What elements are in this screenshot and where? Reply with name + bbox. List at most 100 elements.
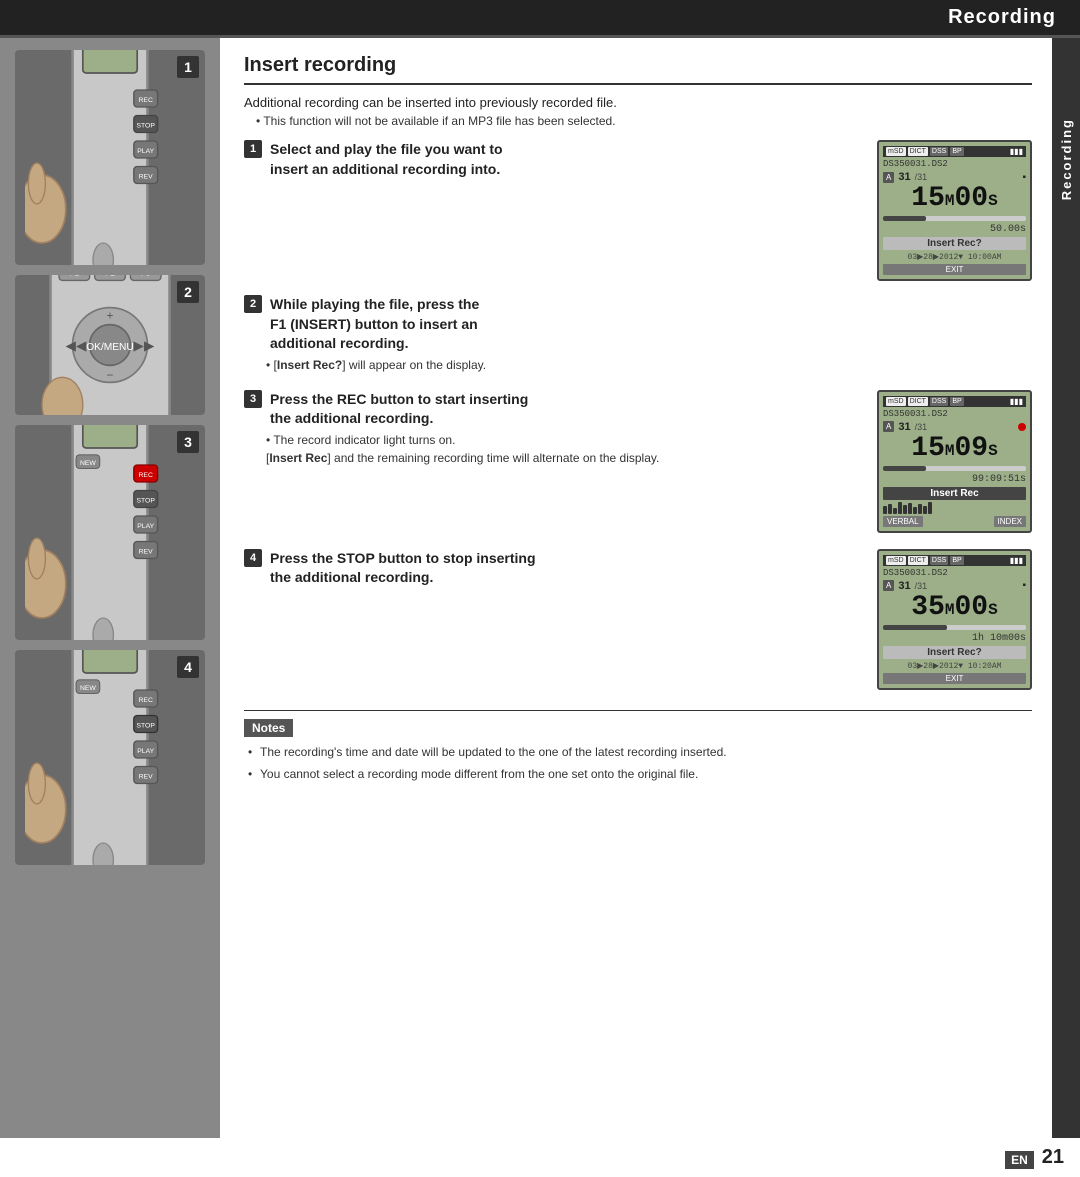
lcd-date-4: 03▶28▶2012▼ 10:20AM bbox=[883, 661, 1026, 671]
waveform-bar bbox=[893, 508, 897, 514]
lcd-progress-4 bbox=[883, 625, 1026, 630]
step-3-text: 3 Press the REC button to start insertin… bbox=[244, 390, 861, 465]
lcd-track-num-3: 31 bbox=[898, 421, 910, 433]
notes-list: The recording's time and date will be up… bbox=[244, 743, 1032, 783]
step-1-number: 1 bbox=[244, 140, 262, 158]
section-title: Insert recording bbox=[244, 54, 1032, 85]
waveform-bar bbox=[918, 504, 922, 514]
step-4: 4 Press the STOP button to stop insertin… bbox=[244, 549, 1032, 690]
lcd-track-badge-1: A bbox=[883, 172, 894, 183]
lcd-exit-btn-4: EXIT bbox=[883, 673, 1026, 684]
lcd-progress-fill-4 bbox=[883, 625, 947, 630]
lcd-filename-3: DS350031.DS2 bbox=[883, 409, 1026, 419]
device-svg-2: F1 F2 F3 OK/MENU ◀◀ ▶▶ + − bbox=[25, 275, 195, 415]
lcd-track-row-1: A 31 /31 ▪ bbox=[883, 171, 1026, 183]
notes-header: Notes bbox=[244, 719, 293, 737]
waveform-bar bbox=[928, 502, 932, 514]
device-image-4: 4 NEW REC STOP PLAY REV bbox=[15, 650, 205, 865]
svg-text:OK/MENU: OK/MENU bbox=[86, 342, 134, 353]
waveform-bar bbox=[888, 504, 892, 514]
svg-text:REV: REV bbox=[139, 773, 153, 780]
step-3: 3 Press the REC button to start insertin… bbox=[244, 390, 1032, 533]
lcd-time-big-3: 15M09S bbox=[883, 435, 1026, 463]
lcd-top-bar-1: mSD DICT DSS BP ▮▮▮ bbox=[883, 146, 1026, 157]
main-content: Insert recording Additional recording ca… bbox=[220, 38, 1052, 1138]
lcd-progress-1 bbox=[883, 216, 1026, 221]
lcd-label-1: Insert Rec? bbox=[883, 237, 1026, 250]
lcd-icon-dss-3: DSS bbox=[930, 397, 948, 406]
note-item-2: You cannot select a recording mode diffe… bbox=[244, 765, 1032, 783]
device-badge-3: 3 bbox=[177, 431, 199, 453]
lcd-track-num-4: 31 bbox=[898, 580, 910, 592]
svg-text:PLAY: PLAY bbox=[137, 522, 154, 529]
lcd-icon-msd: mSD bbox=[886, 147, 906, 156]
lcd-verbal-btn: VERBAL bbox=[883, 516, 923, 527]
lcd-track-row-3: A 31 /31 bbox=[883, 421, 1026, 433]
lcd-icon-bp-4: BP bbox=[950, 556, 963, 565]
svg-text:F1: F1 bbox=[69, 275, 79, 277]
lcd-battery-4: ▮▮▮ bbox=[1010, 556, 1023, 565]
svg-text:◀◀: ◀◀ bbox=[66, 338, 87, 353]
svg-text:REC: REC bbox=[139, 471, 153, 478]
lcd-track-badge-4: A bbox=[883, 580, 894, 591]
waveform-bar bbox=[898, 502, 902, 514]
svg-text:▶▶: ▶▶ bbox=[134, 338, 155, 353]
waveform-bar bbox=[923, 506, 927, 514]
page-header: Recording bbox=[0, 0, 1080, 35]
lcd-icon-bp: BP bbox=[950, 147, 963, 156]
lcd-battery-1: ▮▮▮ bbox=[1010, 147, 1023, 156]
lcd-icon-msd-3: mSD bbox=[886, 397, 906, 406]
step-4-heading: Press the STOP button to stop inserting … bbox=[270, 549, 536, 588]
svg-text:NEW: NEW bbox=[80, 685, 96, 692]
device-image-1: 1 REC STOP PLAY REV bbox=[15, 50, 205, 265]
lcd-date-1: 03▶28▶2012▼ 10:00AM bbox=[883, 252, 1026, 262]
lcd-battery-3: ▮▮▮ bbox=[1010, 397, 1023, 406]
step-2-sub: • [Insert Rec?] will appear on the displ… bbox=[266, 358, 1032, 372]
record-indicator bbox=[1018, 423, 1026, 431]
lcd-icon-dict: DICT bbox=[908, 147, 928, 156]
page-footer: EN 21 bbox=[0, 1138, 1080, 1177]
lcd-progress-3 bbox=[883, 466, 1026, 471]
note-item-1: The recording's time and date will be up… bbox=[244, 743, 1032, 761]
lcd-sub-time-3: 99:09:51s bbox=[883, 474, 1026, 485]
step-2: 2 While playing the file, press the F1 (… bbox=[244, 295, 1032, 372]
lcd-top-bar-4: mSD DICT DSS BP ▮▮▮ bbox=[883, 555, 1026, 566]
lcd-track-badge-3: A bbox=[883, 421, 894, 432]
lcd-track-total-4: /31 bbox=[915, 581, 928, 591]
svg-text:STOP: STOP bbox=[137, 122, 156, 129]
step-4-text: 4 Press the STOP button to stop insertin… bbox=[244, 549, 861, 588]
lcd-label-3: Insert Rec bbox=[883, 487, 1026, 500]
lcd-icon-dict-3: DICT bbox=[908, 397, 928, 406]
lcd-track-num-1: 31 bbox=[898, 171, 910, 183]
lcd-exit-btn-1: EXIT bbox=[883, 264, 1026, 275]
lcd-index-btn: INDEX bbox=[994, 516, 1026, 527]
footer-lang: EN bbox=[1005, 1151, 1034, 1169]
svg-text:F2: F2 bbox=[105, 275, 115, 277]
lcd-folder-icon-4: ▪ bbox=[1022, 580, 1026, 591]
lcd-waveform-3 bbox=[883, 502, 1026, 514]
lcd-progress-fill-1 bbox=[883, 216, 926, 221]
lcd-screen-1: mSD DICT DSS BP ▮▮▮ DS350031.DS2 A 31 /3… bbox=[877, 140, 1032, 281]
intro-text: Additional recording can be inserted int… bbox=[244, 95, 1032, 110]
step-1: 1 Select and play the file you want to i… bbox=[244, 140, 1032, 281]
lcd-sub-time-1: 50.00s bbox=[883, 224, 1026, 235]
waveform-bar bbox=[883, 506, 887, 514]
lcd-filename-1: DS350031.DS2 bbox=[883, 159, 1026, 169]
lcd-icon-bp-3: BP bbox=[950, 397, 963, 406]
lcd-screen-3: mSD DICT DSS BP ▮▮▮ DS350031.DS2 A 31 /3… bbox=[877, 390, 1032, 533]
device-image-2: 2 F1 F2 F3 OK/MENU ◀◀ ▶▶ + − bbox=[15, 275, 205, 415]
device-svg-1: REC STOP PLAY REV bbox=[25, 50, 195, 265]
lcd-icon-msd-4: mSD bbox=[886, 556, 906, 565]
device-svg-3: NEW REC STOP PLAY REV bbox=[25, 425, 195, 640]
page-title: Recording bbox=[948, 6, 1056, 28]
svg-text:+: + bbox=[107, 309, 114, 323]
svg-text:REV: REV bbox=[139, 173, 153, 180]
right-sidebar: Recording bbox=[1052, 38, 1080, 1138]
lcd-sub-time-4: 1h 10m00s bbox=[883, 633, 1026, 644]
lcd-time-big-4: 35M00S bbox=[883, 594, 1026, 622]
step-3-sub2: [Insert Rec] and the remaining recording… bbox=[266, 451, 861, 465]
lcd-icon-dss-4: DSS bbox=[930, 556, 948, 565]
lcd-screen-4: mSD DICT DSS BP ▮▮▮ DS350031.DS2 A 31 /3… bbox=[877, 549, 1032, 690]
lcd-progress-fill-3 bbox=[883, 466, 926, 471]
device-badge-4: 4 bbox=[177, 656, 199, 678]
